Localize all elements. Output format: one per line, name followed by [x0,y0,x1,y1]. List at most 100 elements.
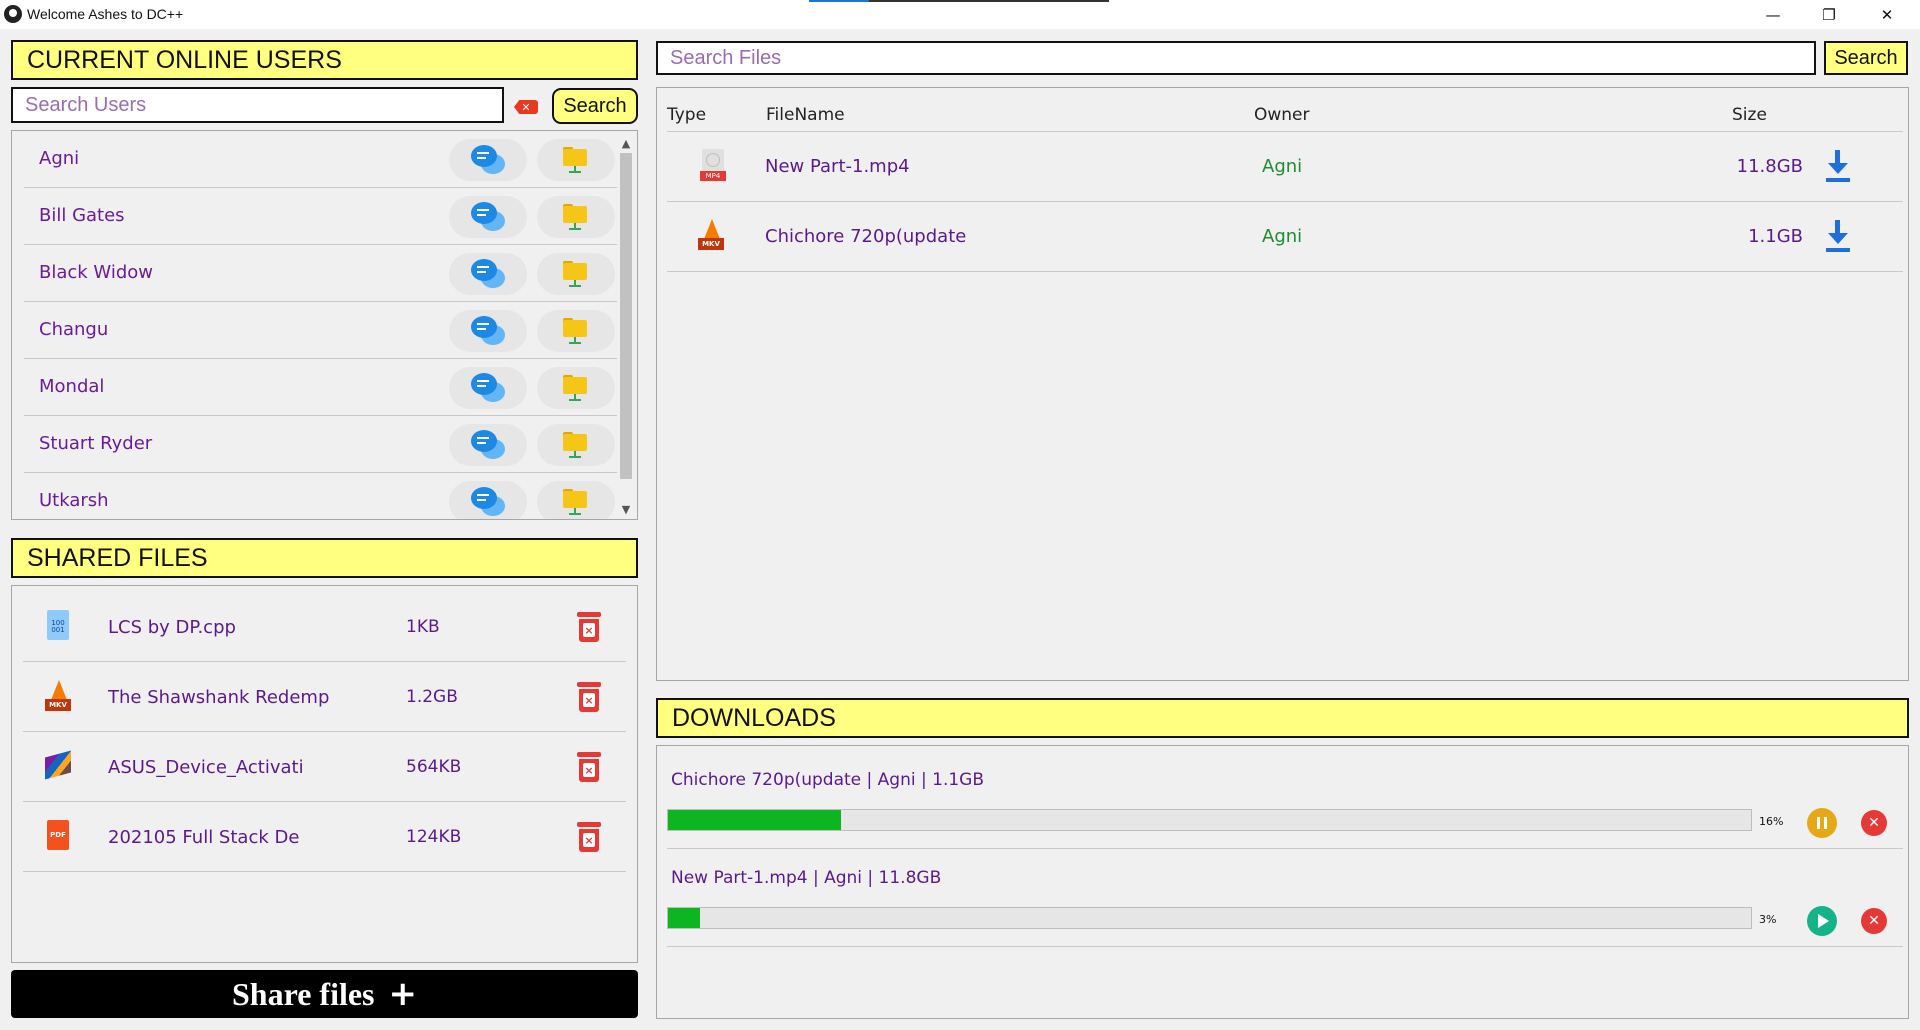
chat-icon [471,202,505,232]
user-row[interactable]: Mondal [24,359,617,416]
shared-file-name: LCS by DP.cpp [108,617,236,638]
column-header-size: Size [1732,105,1767,125]
browse-files-button[interactable] [537,196,615,238]
user-name: Mondal [39,376,105,397]
shared-folder-icon [563,261,589,287]
browse-files-button[interactable] [537,139,615,181]
search-users-button[interactable]: Search [552,88,638,124]
chat-button[interactable] [449,310,527,352]
plus-icon: + [388,974,418,1014]
result-owner: Agni [1262,156,1303,177]
user-row[interactable]: Utkarsh [24,473,617,519]
share-files-label: Share files [231,975,375,1012]
shared-file-size: 124KB [406,827,462,847]
cancel-download-button[interactable]: ✕ [1861,908,1887,934]
shared-file-row: ASUS_Device_Activati 564KB × [23,732,626,802]
download-info: Chichore 720p(update | Agni | 1.1GB [671,770,984,790]
delete-file-icon[interactable]: × [577,752,601,782]
chat-button[interactable] [449,139,527,181]
browse-files-button[interactable] [537,367,615,409]
browse-files-button[interactable] [537,253,615,295]
archive-file-icon [45,750,71,782]
shared-file-size: 1KB [406,617,440,637]
chat-icon [471,430,505,460]
chat-button[interactable] [449,481,527,519]
shared-folder-icon [563,432,589,458]
download-icon[interactable] [1823,150,1853,184]
pause-download-button[interactable] [1807,808,1837,838]
shared-file-name: ASUS_Device_Activati [108,757,304,778]
shared-file-name: The Shawshank Redemp [108,687,330,708]
user-name: Changu [39,319,109,340]
result-owner: Agni [1262,226,1303,247]
chat-button[interactable] [449,424,527,466]
delete-file-icon[interactable]: × [577,682,601,712]
clear-search-icon[interactable]: ✕ [514,100,538,114]
chat-icon [471,259,505,289]
shared-folder-icon [563,375,589,401]
result-size: 1.1GB [1748,226,1803,247]
downloads-header: DOWNLOADS [656,698,1909,738]
scroll-up-icon[interactable]: ▲ [617,135,635,151]
column-header-filename: FileName [766,105,845,125]
browse-files-button[interactable] [537,481,615,519]
shared-file-row: 100 001 LCS by DP.cpp 1KB × [23,592,626,662]
user-row[interactable]: Agni [24,131,617,188]
delete-file-icon[interactable]: × [577,822,601,852]
search-files-input[interactable] [656,41,1816,75]
share-files-button[interactable]: Share files + [11,970,638,1018]
download-item: New Part-1.mp4 | Agni | 11.8GB 3% ✕ [667,849,1903,947]
shared-file-row: MKV The Shawshank Redemp 1.2GB × [23,662,626,732]
shared-files-header: SHARED FILES [11,538,638,578]
chat-icon [471,373,505,403]
browse-files-button[interactable] [537,310,615,352]
user-name: Stuart Ryder [39,433,153,454]
title-bar: Welcome Ashes to DC++ — ❐ ✕ [0,0,1920,29]
mp4-file-icon: MP4 [698,149,728,185]
download-progress-bar [667,809,1752,831]
chat-button[interactable] [449,253,527,295]
shared-file-size: 1.2GB [406,687,458,707]
restore-button[interactable]: ❐ [1806,0,1852,29]
online-users-header: CURRENT ONLINE USERS [11,40,638,80]
app-logo-icon [4,5,22,23]
search-users-input[interactable] [11,87,504,123]
user-row[interactable]: Black Widow [24,245,617,302]
chat-icon [471,316,505,346]
resume-download-button[interactable] [1807,906,1837,936]
shared-folder-icon [563,147,589,173]
user-row[interactable]: Changu [24,302,617,359]
mkv-file-icon: MKV [698,219,728,255]
search-files-button[interactable]: Search [1824,41,1908,75]
minimize-button[interactable]: — [1750,0,1796,29]
chat-button[interactable] [449,196,527,238]
binary-file-icon: 100 001 [45,610,71,642]
window-title: Welcome Ashes to DC++ [27,6,184,22]
column-header-owner: Owner [1254,105,1310,125]
shared-file-name: 202105 Full Stack De [108,827,300,848]
user-name: Agni [39,148,80,169]
search-result-row: MP4 New Part-1.mp4 Agni 11.8GB [667,132,1903,202]
download-item: Chichore 720p(update | Agni | 1.1GB 16% ✕ [667,751,1903,849]
browse-files-button[interactable] [537,424,615,466]
cancel-download-button[interactable]: ✕ [1861,810,1887,836]
title-accent-line [809,0,1109,2]
chat-button[interactable] [449,367,527,409]
user-row[interactable]: Bill Gates [24,188,617,245]
user-name: Utkarsh [39,490,109,511]
result-file-name: New Part-1.mp4 [765,156,910,177]
progress-percent: 3% [1759,913,1777,926]
progress-fill [668,810,842,830]
result-size: 11.8GB [1736,156,1803,177]
download-icon[interactable] [1823,220,1853,254]
close-window-button[interactable]: ✕ [1864,0,1910,29]
chat-icon [471,145,505,175]
scroll-down-icon[interactable]: ▼ [617,501,635,517]
user-row[interactable]: Stuart Ryder [24,416,617,473]
users-scrollbar[interactable]: ▲ ▼ [617,133,635,518]
delete-file-icon[interactable]: × [577,612,601,642]
search-result-row: MKV Chichore 720p(update Agni 1.1GB [667,202,1903,272]
scroll-thumb[interactable] [620,153,632,479]
progress-fill [668,908,701,928]
result-file-name: Chichore 720p(update [765,226,967,247]
